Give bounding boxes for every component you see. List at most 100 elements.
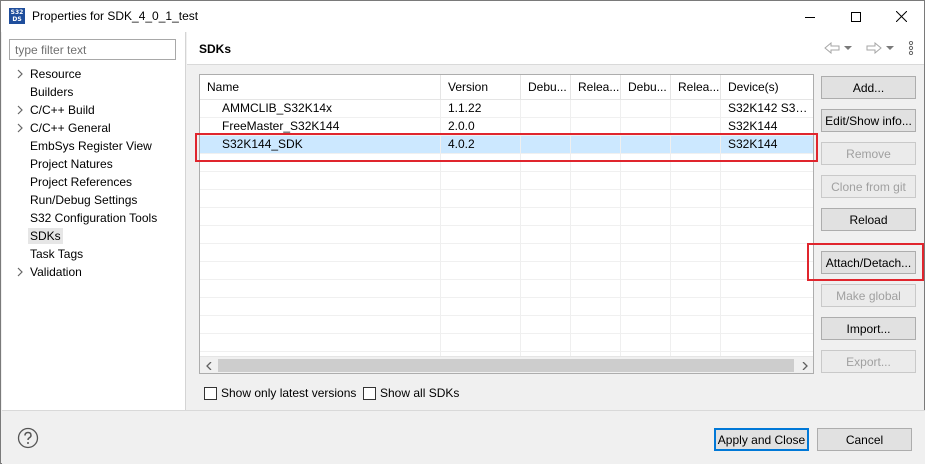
make-global-button[interactable]: Make global (821, 284, 916, 307)
history-navigation (824, 41, 914, 55)
table-cell (671, 136, 721, 154)
empty-cell (200, 244, 441, 262)
properties-dialog: S32 DS Properties for SDK_4_0_1_test Res… (0, 0, 925, 464)
remove-button[interactable]: Remove (821, 142, 916, 165)
column-header[interactable]: Version (441, 75, 521, 100)
empty-cell (521, 262, 571, 280)
tree-item-c-c-build[interactable]: C/C++ Build (2, 101, 186, 119)
empty-cell (521, 334, 571, 352)
empty-cell (621, 208, 671, 226)
import-button[interactable]: Import... (821, 317, 916, 340)
add-button[interactable]: Add... (821, 76, 916, 99)
page-header: SDKs (187, 32, 924, 65)
empty-cell (441, 208, 521, 226)
close-button[interactable] (878, 1, 924, 32)
s32ds-app-icon: S32 DS (9, 8, 25, 24)
empty-cell (721, 298, 813, 316)
table-row[interactable]: S32K144_SDK 4.0.2 S32K144 (200, 136, 813, 154)
show-all-checkbox[interactable] (363, 386, 376, 400)
clone-from-git-button[interactable]: Clone from git (821, 175, 916, 198)
attach-detach-button[interactable]: Attach/Detach... (821, 251, 916, 274)
column-header[interactable]: Relea... (671, 75, 721, 100)
export-button[interactable]: Export... (821, 350, 916, 373)
empty-cell (671, 316, 721, 334)
table-row[interactable]: FreeMaster_S32K144 2.0.0 S32K144 (200, 118, 813, 136)
horizontal-scrollbar[interactable] (200, 356, 813, 373)
forward-dropdown-icon[interactable] (886, 45, 894, 51)
title-bar: S32 DS Properties for SDK_4_0_1_test (1, 1, 924, 32)
scroll-left-button[interactable] (200, 357, 217, 373)
column-header[interactable]: Device(s) (721, 75, 813, 100)
tree-item-task-tags[interactable]: Task Tags (2, 245, 186, 263)
show-all-checkbox-row[interactable]: Show all SDKs (363, 385, 459, 401)
empty-cell (521, 172, 571, 190)
show-latest-checkbox-row[interactable]: Show only latest versions (204, 385, 356, 401)
empty-row (200, 298, 813, 316)
table-cell: S32K144 (728, 137, 778, 151)
tree-item-builders[interactable]: Builders (2, 83, 186, 101)
tree-item-s32-configuration-tools[interactable]: S32 Configuration Tools (2, 209, 186, 227)
cancel-button[interactable]: Cancel (817, 428, 912, 451)
empty-cell (621, 190, 671, 208)
apply-and-close-button[interactable]: Apply and Close (714, 428, 809, 451)
table-row[interactable]: AMMCLIB_S32K14x1.1.22 S32K142 S32K1... (200, 100, 813, 118)
reload-button[interactable]: Reload (821, 208, 916, 231)
empty-cell (200, 262, 441, 280)
column-header[interactable]: Name (200, 75, 441, 100)
property-tree: Resource Builders C/C++ Build C/C++ General… (2, 65, 186, 281)
tree-item-embsys-register-view[interactable]: EmbSys Register View (2, 137, 186, 155)
chevron-right-icon[interactable] (15, 105, 25, 115)
tree-item-project-natures[interactable]: Project Natures (2, 155, 186, 173)
tree-item-validation[interactable]: Validation (2, 263, 186, 281)
maximize-icon (851, 11, 861, 22)
column-header[interactable]: Debu... (621, 75, 671, 100)
column-header[interactable]: Debu... (521, 75, 571, 100)
tree-item-sdks[interactable]: SDKs (2, 227, 186, 245)
empty-cell (571, 262, 621, 280)
table-cell: FreeMaster_S32K144 (200, 118, 441, 136)
maximize-button[interactable] (833, 1, 879, 32)
tree-item-label: SDKs (28, 228, 63, 244)
empty-cell (721, 262, 813, 280)
empty-cell (671, 154, 721, 172)
forward-arrow-icon[interactable] (866, 42, 882, 54)
empty-cell (200, 280, 441, 298)
tree-item-project-references[interactable]: Project References (2, 173, 186, 191)
view-menu-icon[interactable] (908, 41, 914, 55)
column-header[interactable]: Relea... (571, 75, 621, 100)
empty-cell (671, 280, 721, 298)
empty-cell (571, 208, 621, 226)
scrollbar-thumb[interactable] (218, 359, 794, 372)
filter-input[interactable] (9, 39, 176, 60)
empty-cell (721, 208, 813, 226)
empty-cell (441, 226, 521, 244)
tree-item-resource[interactable]: Resource (2, 65, 186, 83)
chevron-right-icon[interactable] (15, 69, 25, 79)
show-latest-checkbox[interactable] (204, 386, 217, 400)
minimize-button[interactable] (787, 1, 833, 32)
empty-cell (621, 262, 671, 280)
table-cell (571, 100, 621, 118)
back-arrow-icon[interactable] (824, 42, 840, 54)
chevron-right-icon[interactable] (15, 267, 25, 277)
show-latest-label: Show only latest versions (221, 386, 357, 400)
empty-cell (721, 244, 813, 262)
table-cell: S32K144_SDK (200, 136, 441, 154)
empty-cell (200, 190, 441, 208)
tree-item-c-c-general[interactable]: C/C++ General (2, 119, 186, 137)
empty-cell (441, 172, 521, 190)
tree-item-run-debug-settings[interactable]: Run/Debug Settings (2, 191, 186, 209)
empty-cell (721, 316, 813, 334)
chevron-right-icon[interactable] (15, 123, 25, 133)
scroll-right-button[interactable] (796, 357, 813, 373)
empty-cell (441, 334, 521, 352)
table-cell (521, 118, 571, 136)
empty-cell (671, 172, 721, 190)
empty-cell (441, 298, 521, 316)
help-icon[interactable] (17, 427, 39, 449)
edit-show-info-button[interactable]: Edit/Show info... (821, 109, 916, 132)
empty-cell (441, 316, 521, 334)
empty-cell (671, 208, 721, 226)
empty-row (200, 334, 813, 352)
back-dropdown-icon[interactable] (844, 45, 852, 51)
